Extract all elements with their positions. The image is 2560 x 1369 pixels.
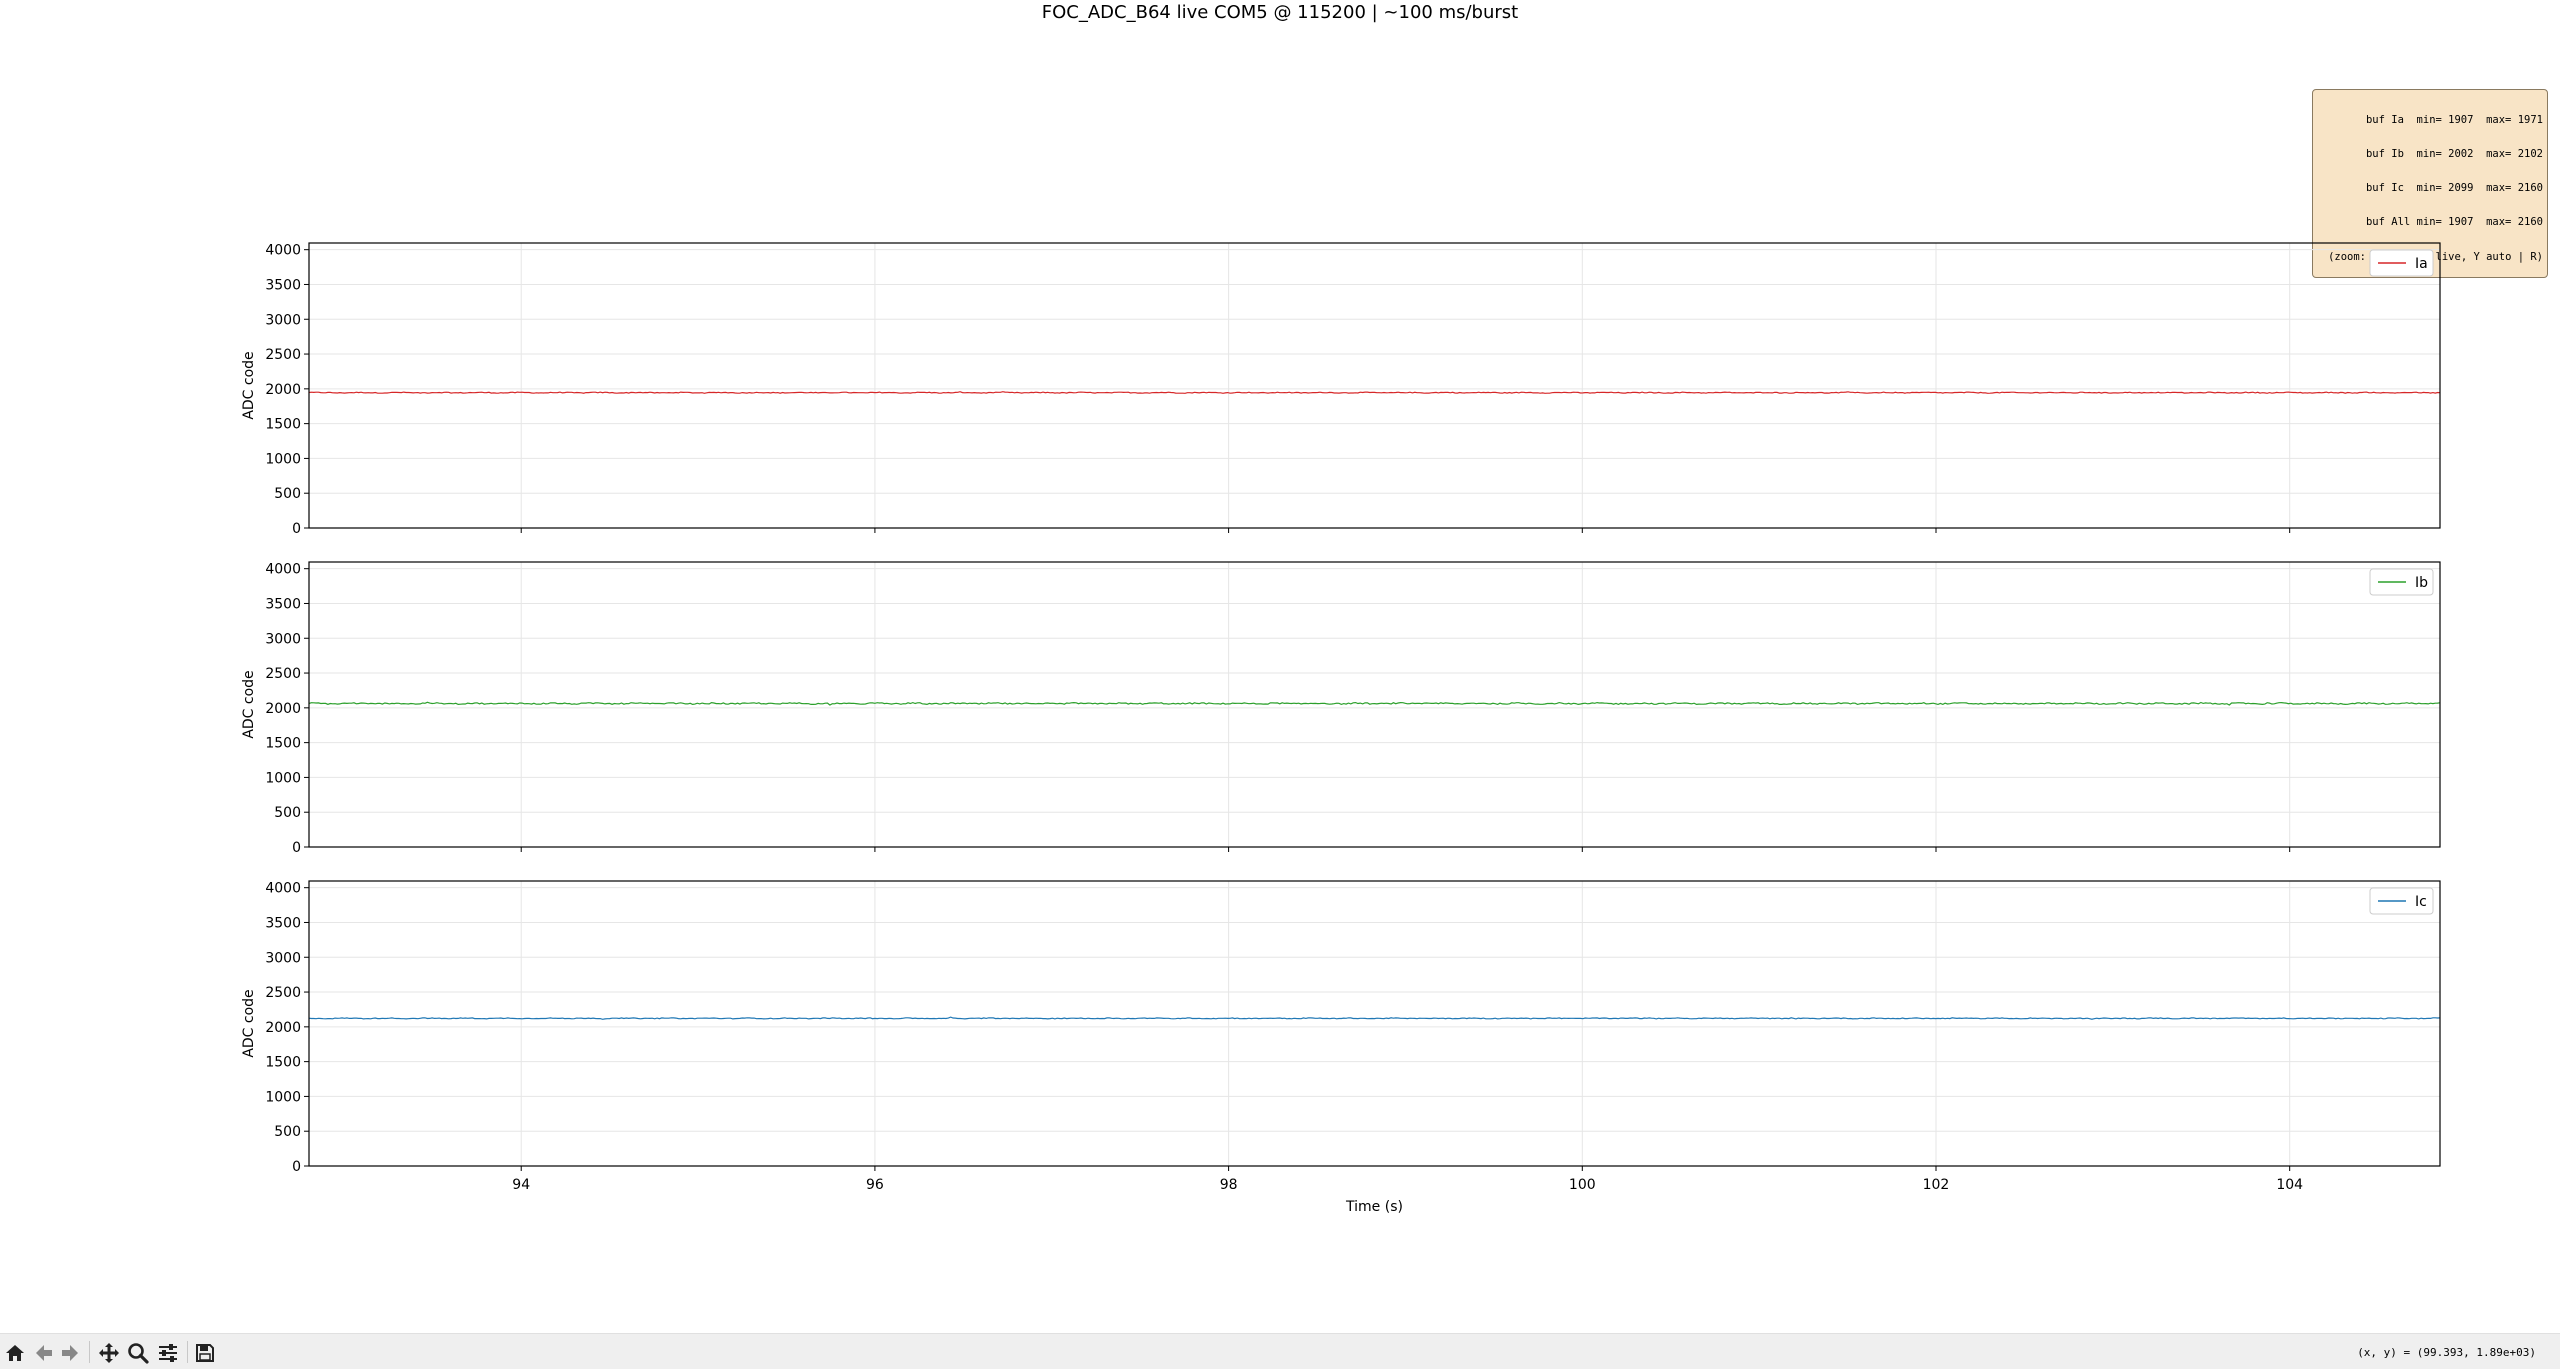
y-tick-label: 4000 [265,562,301,578]
configure-icon[interactable] [156,1341,180,1365]
coordinate-readout: (x, y) = (99.393, 1.89e+03) [2357,1346,2536,1359]
series-line-Ic [308,1016,2441,1020]
x-tick-label: 96 [866,1177,884,1193]
y-tick-label: 500 [274,486,301,502]
legend-label: Ia [2415,256,2428,272]
axes-frame [308,242,2441,529]
series-line-Ia [308,391,2441,394]
subplot-2: 0 500 1000 1500 2000 2500 3000 3500 4000 ADC code… [241,561,2441,856]
y-tick-label: 3500 [265,596,301,612]
y-tick-label: 500 [274,1124,301,1140]
toolbar-separator [187,1341,188,1363]
plot-canvas[interactable]: 05001000150020002500300035004000ADC code… [0,0,2560,1330]
y-tick-label: 0 [292,1159,301,1175]
y-tick-label: 3000 [265,631,301,647]
y-tick-label: 2000 [265,701,301,717]
y-tick-label: 1500 [265,417,301,433]
x-tick-label: 100 [1569,1177,1596,1193]
x-axis-label: Time (s) [1345,1199,1403,1215]
axes-frame [308,880,2441,1167]
y-tick-label: 1500 [265,1055,301,1071]
y-tick-label: 2500 [265,347,301,363]
legend-label: Ic [2415,894,2427,910]
x-tick-label: 98 [1220,1177,1238,1193]
x-tick-label: 102 [1923,1177,1950,1193]
y-tick-label: 1000 [265,1089,301,1105]
y-tick-label: 3000 [265,312,301,328]
y-tick-label: 3500 [265,277,301,293]
series-line-Ib [308,701,2441,706]
subplot-3: 0 500 1000 1500 2000 2500 3000 3500 4000 94 96 98 10… [241,880,2441,1215]
y-tick-label: 1000 [265,770,301,786]
y-tick-label: 1000 [265,451,301,467]
y-tick-label: 2500 [265,666,301,682]
y-tick-label: 2000 [265,1020,301,1036]
zoom-icon[interactable] [126,1341,150,1365]
y-tick-label: 4000 [265,243,301,259]
y-axis-label: ADC code [241,351,257,419]
home-icon[interactable] [3,1341,27,1365]
pan-icon[interactable] [97,1341,121,1365]
y-tick-label: 500 [274,805,301,821]
toolbar-separator [89,1341,90,1363]
y-tick-label: 1500 [265,736,301,752]
y-tick-label: 3500 [265,915,301,931]
y-axis-label: ADC code [241,989,257,1057]
y-tick-label: 0 [292,521,301,537]
y-axis-label: ADC code [241,670,257,738]
y-tick-label: 0 [292,840,301,856]
axes-frame [308,561,2441,848]
y-tick-label: 4000 [265,881,301,897]
legend-label: Ib [2415,575,2428,591]
forward-icon[interactable] [58,1341,82,1365]
subplot-1: 0 500 1000 1500 2000 2500 3000 3500 4000 ADC code… [241,242,2441,537]
navigation-toolbar: (x, y) = (99.393, 1.89e+03) [0,1333,2560,1369]
y-tick-label: 2500 [265,985,301,1001]
save-icon[interactable] [193,1341,217,1365]
x-tick-label: 104 [2276,1177,2303,1193]
x-tick-label: 94 [512,1177,530,1193]
y-tick-label: 2000 [265,382,301,398]
y-tick-label: 3000 [265,950,301,966]
back-icon[interactable] [32,1341,56,1365]
